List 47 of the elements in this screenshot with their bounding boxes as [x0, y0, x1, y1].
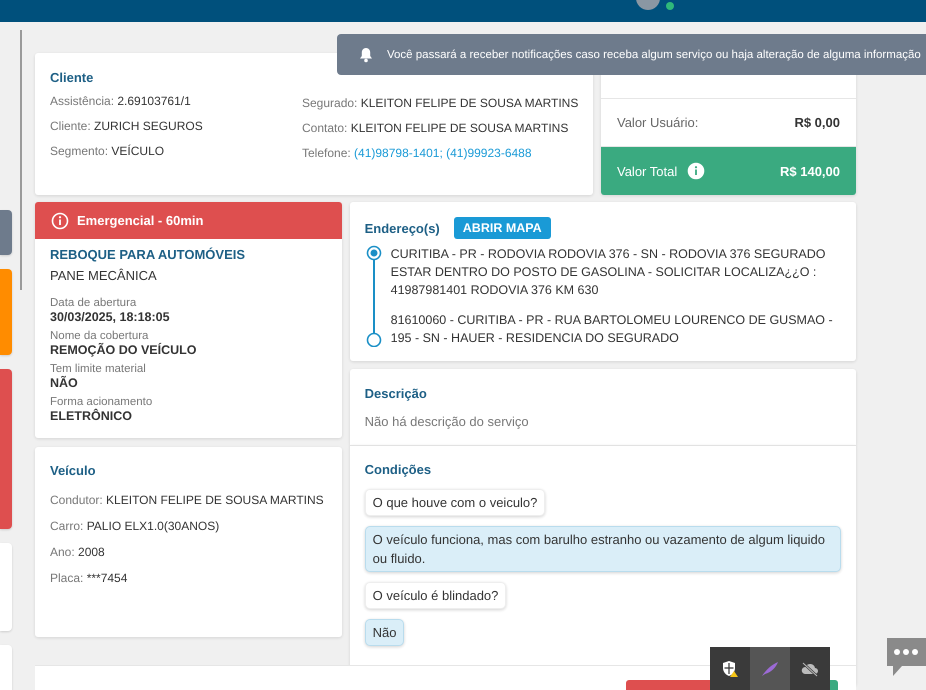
field-text: Placa: ***7454	[50, 570, 128, 587]
question-bubble: O que houve com o veiculo?	[364, 489, 546, 516]
field-text: Segurado: KLEITON FELIPE DE SOUSA MARTINS	[302, 95, 578, 112]
address-text: 81610060 - CURITIBA - PR - RUA BARTOLOMEU LOURENCO DE GUSMAO - 195 - SN - HAUER - RESIDENCIA DO SEGURADO	[390, 312, 834, 347]
answer-bubble: Não	[364, 619, 404, 646]
field-text: Cliente: ZURICH SEGUROS	[50, 118, 204, 135]
feather-icon[interactable]	[760, 660, 780, 676]
detail-value: REMOÇÃO DO VEÍCULO	[50, 343, 198, 357]
address-title: Endereço(s)	[364, 220, 440, 236]
value-label: Valor Total	[617, 164, 678, 179]
address-text: CURITIBA - PR - RODOVIA RODOVIA 376 - SN - RODOVIA 376 SEGURADO ESTAR DENTRO DO POSTO DE GASOLINA - SOLICITAR LOCALIZA¿¿O : 41987981401 RODOVIA 376 KM 630	[390, 246, 826, 299]
detail-label: Nome da cobertura	[50, 330, 150, 342]
field-text: Condutor: KLEITON FELIPE DE SOUSA MARTINS	[50, 492, 325, 509]
value-amount: R$ 140,00	[780, 164, 840, 179]
phone-link[interactable]: (41)98798-1401; (41)99923-6488	[354, 146, 532, 160]
question-bubble: O veículo é blindado?	[364, 582, 506, 609]
description-title: Descrição	[364, 386, 428, 401]
field-text: Segmento: VEÍCULO	[50, 143, 166, 160]
urgency-text: Emergencial - 60min	[77, 213, 204, 228]
description-text: Não há descrição do serviço	[364, 414, 530, 429]
shield-icon[interactable]	[721, 660, 739, 678]
info-icon	[51, 212, 69, 230]
value-label: Valor Usuário:	[617, 115, 698, 130]
detail-value: 30/03/2025, 18:18:05	[50, 310, 171, 324]
conditions-title: Condições	[364, 462, 432, 477]
bell-icon	[359, 46, 373, 62]
info-icon	[687, 162, 706, 180]
detail-label: Tem limite material	[50, 363, 147, 375]
field-text: Telefone: (41)98798-1401; (41)99923-6488	[302, 145, 533, 162]
detail-label: Data de abertura	[50, 297, 138, 309]
service-subtitle: PANE MECÂNICA	[50, 268, 158, 283]
client-title: Cliente	[50, 70, 94, 85]
field-text: Ano: 2008	[50, 544, 106, 561]
value-amount: R$ 0,00	[794, 115, 840, 130]
open-map-button[interactable]: ABRIR MAPA	[454, 217, 551, 239]
field-text: Carro: PALIO ELX1.0(30ANOS)	[50, 518, 220, 535]
service-title: REBOQUE PARA AUTOMÓVEIS	[50, 247, 246, 262]
notification-text: Você passará a receber notificações caso receba algum serviço ou haja alteração de alguma informação	[387, 48, 921, 60]
detail-value: NÃO	[50, 376, 79, 390]
field-text: Contato: KLEITON FELIPE DE SOUSA MARTINS	[302, 120, 570, 137]
status-dot	[666, 2, 674, 10]
detail-value: ELETRÔNICO	[50, 409, 133, 423]
field-text: Assistência: 2.69103761/1	[50, 93, 192, 110]
cloud-off-icon[interactable]	[800, 660, 820, 676]
answer-bubble: O veículo funciona, mas com barulho estranho ou vazamento de algum liquido ou fluido.	[364, 526, 841, 572]
vehicle-title: Veículo	[50, 463, 97, 478]
detail-label: Forma acionamento	[50, 396, 154, 408]
